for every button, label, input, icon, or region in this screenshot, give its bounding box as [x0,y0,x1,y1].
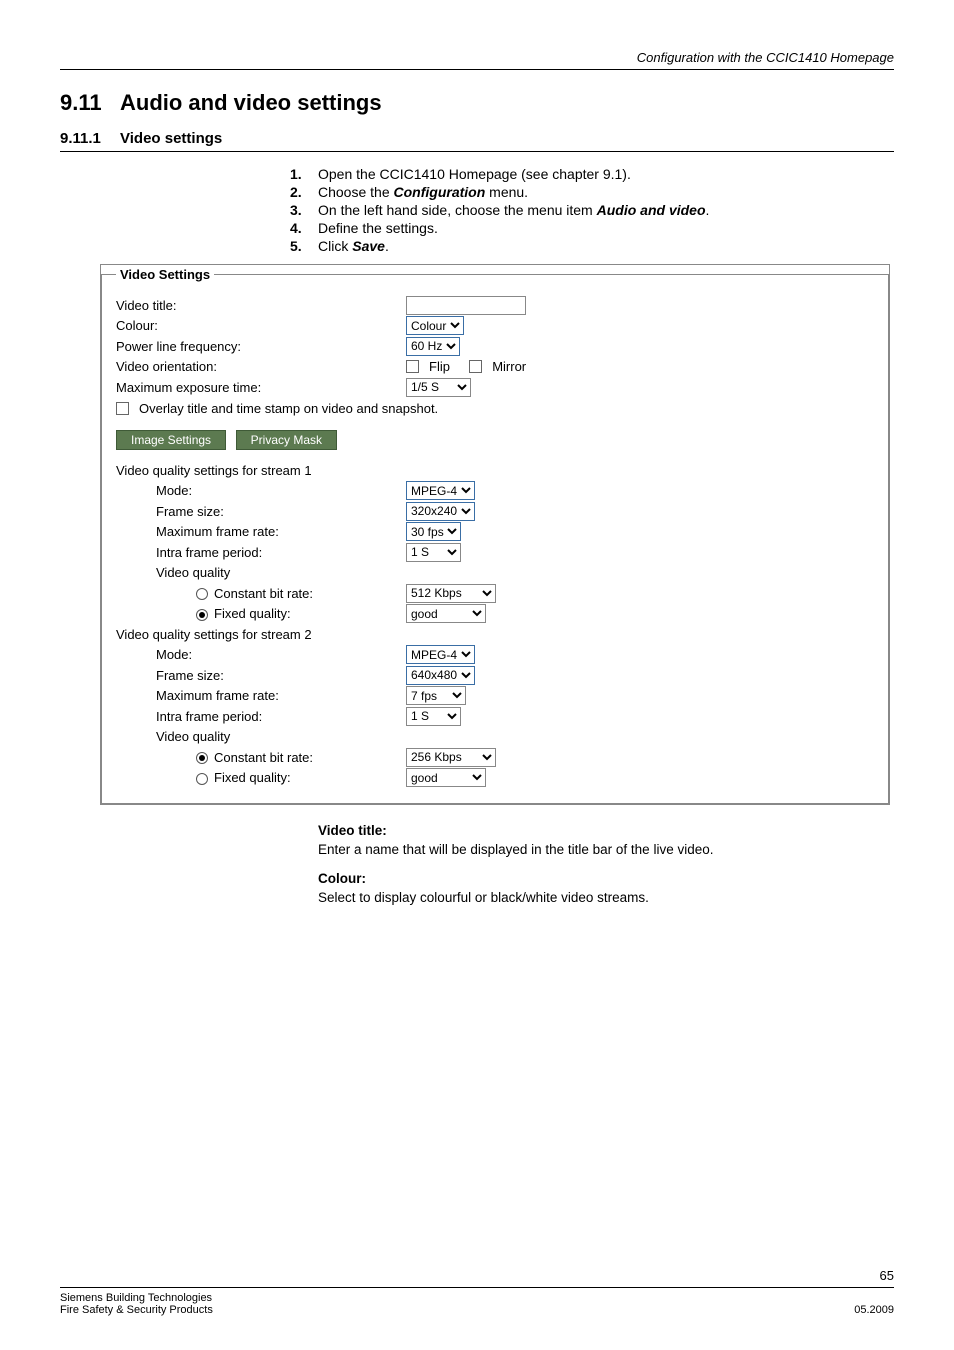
s1-cbr-radio[interactable] [196,588,208,600]
stream1-heading: Video quality settings for stream 1 [116,461,312,481]
s1-cbr-select[interactable]: 512 Kbps [406,584,496,603]
section-number: 9.11 [60,90,120,116]
power-line-frequency-select[interactable]: 60 Hz [406,337,460,356]
s1-cbr-option[interactable]: Constant bit rate: [116,584,406,604]
section-heading: 9.11Audio and video settings [60,90,894,116]
s2-max-frame-rate-label: Maximum frame rate: [116,686,406,706]
footer-left-1: Siemens Building Technologies [60,1292,212,1304]
s2-intra-select[interactable]: 1 S [406,707,461,726]
overlay-checkbox[interactable] [116,402,129,415]
privacy-mask-button[interactable]: Privacy Mask [236,430,337,450]
video-settings-fieldset: Video Settings Video title: Colour: Colo… [101,265,889,804]
s2-mode-label: Mode: [116,645,406,665]
power-line-frequency-label: Power line frequency: [116,337,406,357]
s2-cbr-radio[interactable] [196,752,208,764]
flip-label: Flip [429,357,450,377]
step-text: Click [318,238,352,254]
step-text: Choose the [318,184,394,200]
max-exposure-label: Maximum exposure time: [116,378,406,398]
video-title-input[interactable] [406,296,526,315]
step-em: Audio and video [597,202,706,218]
s1-max-frame-rate-label: Maximum frame rate: [116,522,406,542]
subsection-number: 9.11.1 [60,130,120,147]
step-em: Configuration [394,184,486,200]
step-text: Open the CCIC1410 Homepage (see chapter … [318,166,631,182]
footer-left-2: Fire Safety & Security Products [60,1304,213,1316]
video-settings-legend: Video Settings [116,265,214,285]
step-4: 4.Define the settings. [290,220,894,236]
subsection-title: Video settings [120,130,222,147]
header-rule [60,69,894,70]
stream2-heading: Video quality settings for stream 2 [116,625,312,645]
s2-fixq-radio[interactable] [196,773,208,785]
subsection-heading: 9.11.1Video settings [60,130,894,147]
s1-frame-size-select[interactable]: 320x240 [406,502,475,521]
s2-mode-select[interactable]: MPEG-4 [406,645,475,664]
image-settings-button[interactable]: Image Settings [116,430,226,450]
s2-fixq-label: Fixed quality: [214,770,291,785]
video-title-desc-text: Enter a name that will be displayed in t… [318,842,894,857]
section-title: Audio and video settings [120,90,382,115]
s1-fixq-label: Fixed quality: [214,606,291,621]
video-title-desc-heading: Video title: [318,823,894,838]
step-num: 3. [290,202,318,218]
s1-fixq-option[interactable]: Fixed quality: [116,604,406,624]
s1-fixq-select[interactable]: good [406,604,486,623]
s1-mode-select[interactable]: MPEG-4 [406,481,475,500]
s2-fixq-select[interactable]: good [406,768,486,787]
step-num: 1. [290,166,318,182]
step-num: 4. [290,220,318,236]
mirror-label: Mirror [492,357,526,377]
s2-frame-size-label: Frame size: [116,666,406,686]
step-text: . [385,238,389,254]
subsection-rule [60,151,894,152]
s1-intra-select[interactable]: 1 S [406,543,461,562]
s1-intra-label: Intra frame period: [116,543,406,563]
step-text: Define the settings. [318,220,438,236]
step-text: . [706,202,710,218]
step-text: menu. [485,184,528,200]
s1-video-quality-label: Video quality [116,563,406,583]
step-em: Save [352,238,385,254]
footer-rule [60,1287,894,1288]
mirror-checkbox[interactable] [469,360,482,373]
step-num: 2. [290,184,318,200]
page-footer: 65 Siemens Building Technologies Fire Sa… [60,1268,894,1316]
steps-list: 1.Open the CCIC1410 Homepage (see chapte… [290,166,894,254]
descriptions: Video title: Enter a name that will be d… [318,823,894,905]
s1-cbr-label: Constant bit rate: [214,586,313,601]
s1-mode-label: Mode: [116,481,406,501]
flip-checkbox[interactable] [406,360,419,373]
step-num: 5. [290,238,318,254]
s1-frame-size-label: Frame size: [116,502,406,522]
s2-cbr-option[interactable]: Constant bit rate: [116,748,406,768]
page-number: 65 [60,1268,894,1283]
video-orientation-label: Video orientation: [116,357,406,377]
video-title-label: Video title: [116,296,406,316]
max-exposure-select[interactable]: 1/5 S [406,378,471,397]
s1-fixq-radio[interactable] [196,609,208,621]
step-5: 5.Click Save. [290,238,894,254]
s2-cbr-label: Constant bit rate: [214,750,313,765]
step-text: On the left hand side, choose the menu i… [318,202,597,218]
colour-select[interactable]: Colour [406,316,464,335]
page-header: Configuration with the CCIC1410 Homepage [60,50,894,65]
colour-desc-heading: Colour: [318,871,894,886]
s2-max-frame-rate-select[interactable]: 7 fps [406,686,466,705]
s2-cbr-select[interactable]: 256 Kbps [406,748,496,767]
step-1: 1.Open the CCIC1410 Homepage (see chapte… [290,166,894,182]
step-3: 3.On the left hand side, choose the menu… [290,202,894,218]
s2-frame-size-select[interactable]: 640x480 [406,666,475,685]
s2-video-quality-label: Video quality [116,727,406,747]
colour-desc-text: Select to display colourful or black/whi… [318,890,894,905]
step-2: 2.Choose the Configuration menu. [290,184,894,200]
colour-label: Colour: [116,316,406,336]
overlay-label: Overlay title and time stamp on video an… [139,399,438,419]
s1-max-frame-rate-select[interactable]: 30 fps [406,522,461,541]
video-settings-screenshot: Video Settings Video title: Colour: Colo… [100,264,890,805]
s2-fixq-option[interactable]: Fixed quality: [116,768,406,788]
s2-intra-label: Intra frame period: [116,707,406,727]
footer-right: 05.2009 [854,1304,894,1316]
